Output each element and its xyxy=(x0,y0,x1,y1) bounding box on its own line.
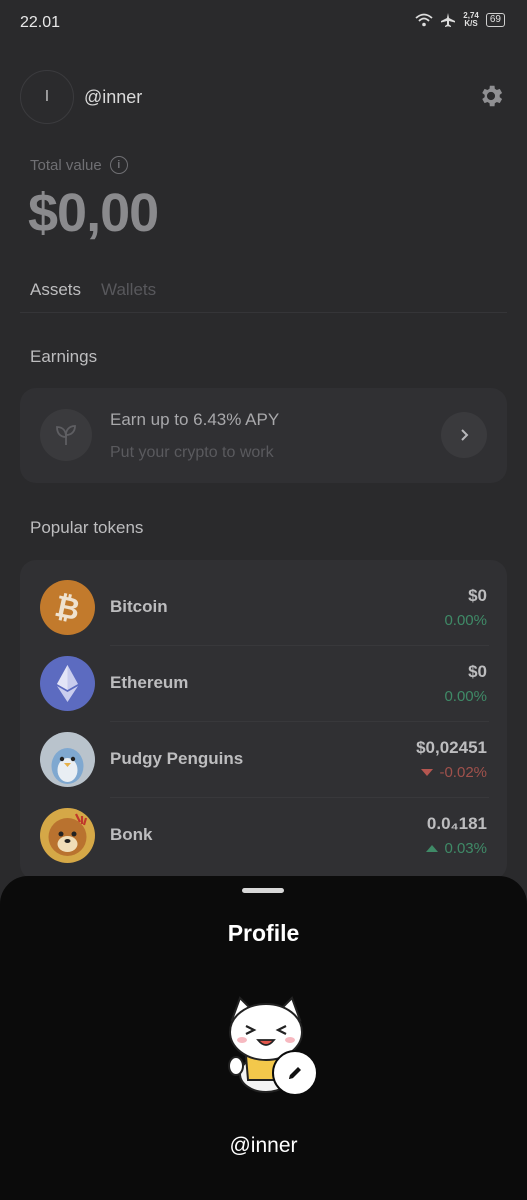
token-row-bitcoin[interactable]: ₿ Bitcoin $0 0.00% xyxy=(20,570,507,646)
token-price: 0.0₄181 xyxy=(426,814,487,833)
token-row-ethereum[interactable]: Ethereum $0 0.00% xyxy=(20,646,507,722)
token-price: $0 xyxy=(468,586,487,605)
sheet-title: Profile xyxy=(227,920,300,946)
tab-assets[interactable]: Assets xyxy=(30,280,81,300)
sheet-username: @inner xyxy=(229,1134,298,1157)
svg-text:₿: ₿ xyxy=(52,589,83,628)
status-icons: 2,74 K/S 69 xyxy=(415,12,505,28)
token-name: Pudgy Penguins xyxy=(110,749,244,768)
token-change: -0.02% xyxy=(421,764,487,781)
leaf-icon xyxy=(40,409,92,461)
header-username[interactable]: @inner xyxy=(84,87,142,108)
airplane-icon xyxy=(441,13,456,27)
network-speed: 2,74 K/S xyxy=(463,11,479,28)
avatar[interactable]: I xyxy=(20,70,74,124)
token-change: 0.00% xyxy=(444,688,487,705)
popular-tokens-list: ₿ Bitcoin $0 0.00% Ethereum $0 0.00% Pud… xyxy=(20,560,507,880)
pencil-icon xyxy=(289,1067,301,1079)
tab-wallets[interactable]: Wallets xyxy=(101,280,156,300)
popular-tokens-title: Popular tokens xyxy=(30,518,144,537)
gear-icon[interactable] xyxy=(477,82,505,110)
token-change: 0.00% xyxy=(444,612,487,629)
token-name: Bonk xyxy=(110,825,153,844)
pudgy-penguins-icon xyxy=(40,732,95,787)
earn-card[interactable]: Earn up to 6.43% APY Put your crypto to … xyxy=(20,388,507,483)
avatar-initial: I xyxy=(44,88,50,105)
total-value-amount: $0,00 xyxy=(28,183,159,243)
bonk-icon xyxy=(40,808,95,863)
token-price: $0,02451 xyxy=(416,738,487,757)
tab-bar: Assets Wallets xyxy=(30,280,156,300)
earn-card-subtitle: Put your crypto to work xyxy=(110,444,274,461)
earn-card-title: Earn up to 6.43% APY xyxy=(110,410,280,429)
tabs-divider xyxy=(20,312,507,313)
edit-avatar-button[interactable] xyxy=(272,1050,318,1096)
token-price: $0 xyxy=(468,662,487,681)
token-name: Bitcoin xyxy=(110,597,168,616)
bitcoin-icon: ₿ xyxy=(40,580,95,635)
up-arrow-icon xyxy=(426,845,439,852)
token-row-pudgy-penguins[interactable]: Pudgy Penguins $0,02451 -0.02% xyxy=(20,722,507,798)
profile-bottom-sheet: Profile @inner xyxy=(0,876,527,1200)
battery-indicator: 69 xyxy=(485,13,505,27)
token-name: Ethereum xyxy=(110,673,189,692)
down-arrow-icon xyxy=(421,769,434,776)
token-row-bonk[interactable]: Bonk 0.0₄181 0.03% xyxy=(20,798,507,874)
chevron-right-icon[interactable] xyxy=(441,412,487,458)
earnings-title: Earnings xyxy=(30,347,98,366)
sheet-drag-handle[interactable] xyxy=(242,888,284,893)
token-change: 0.03% xyxy=(426,840,487,857)
status-time: 22.01 xyxy=(20,14,61,31)
wifi-icon xyxy=(415,13,433,27)
ethereum-icon xyxy=(40,656,95,711)
info-icon[interactable]: i xyxy=(109,156,128,174)
total-value-label: Total value i xyxy=(30,156,128,174)
